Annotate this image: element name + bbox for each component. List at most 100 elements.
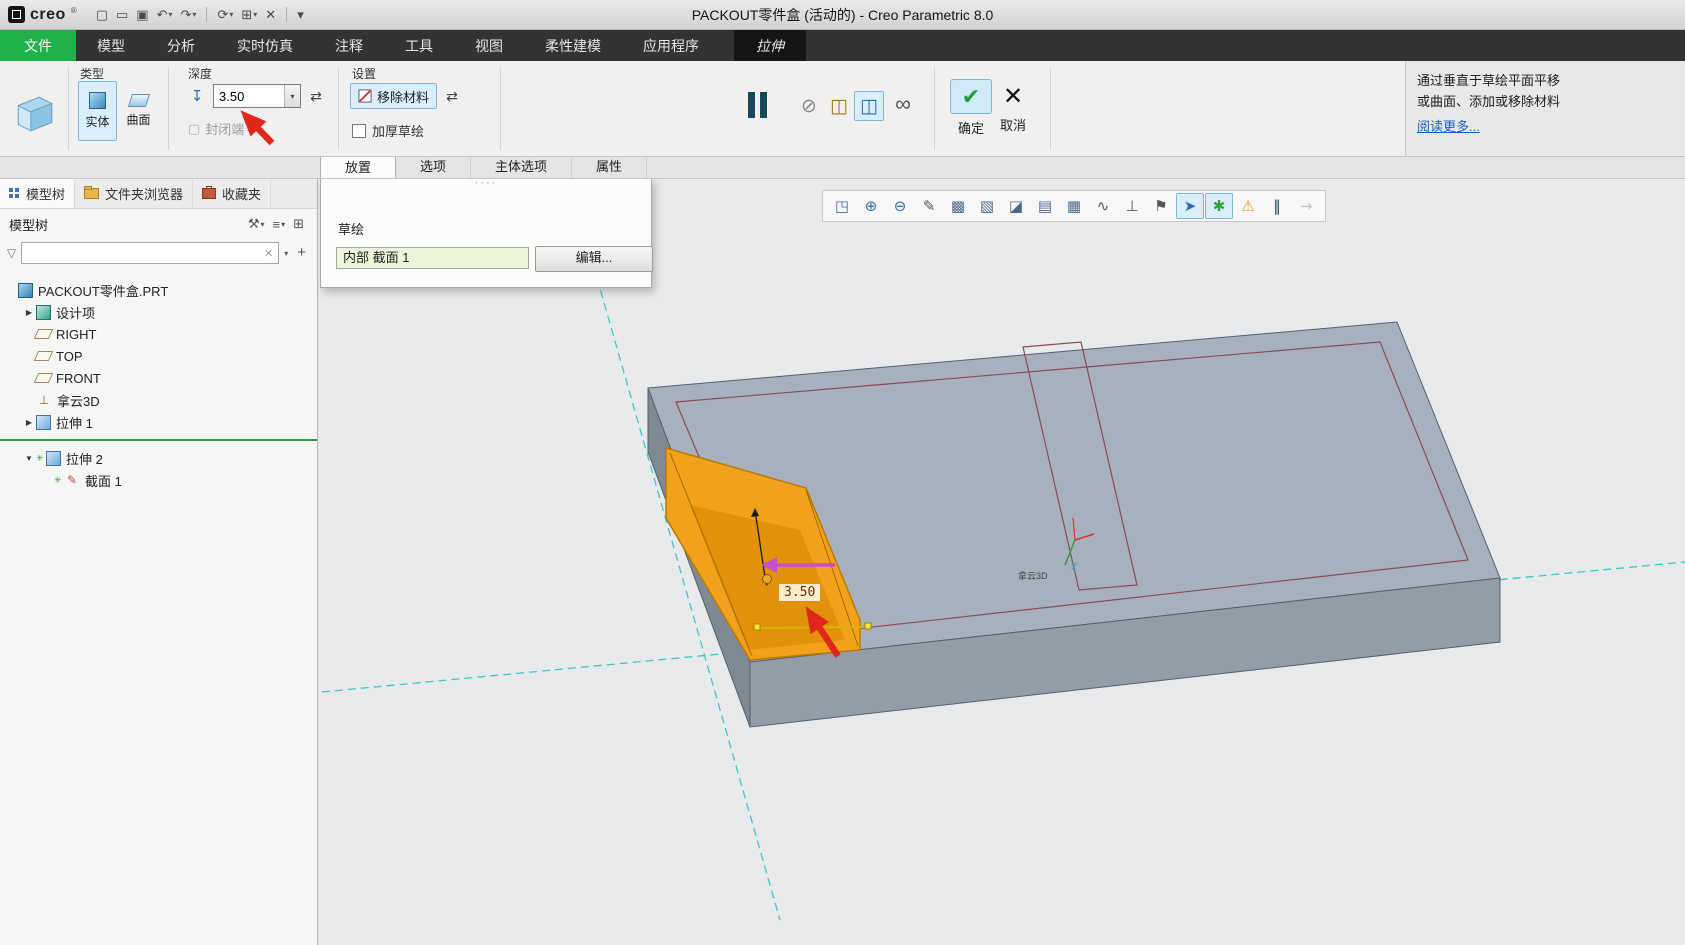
ribbon-tab-live-simulation[interactable]: 实时仿真 <box>216 30 314 61</box>
closed-end-option: ▢ 封闭端 <box>188 119 244 138</box>
undo-button[interactable]: ↶▾ <box>154 5 176 25</box>
view-manager-icon[interactable]: ▦ <box>1060 193 1088 219</box>
edit-sketch-button[interactable]: 编辑... <box>535 246 653 272</box>
save-button[interactable]: ▣ <box>133 5 151 25</box>
flip-depth-direction-button[interactable]: ⇄ <box>304 84 328 108</box>
modified-marker: ✳ <box>54 475 64 486</box>
panel-drag-handle[interactable]: ···· <box>321 179 651 192</box>
ribbon-tab-extrude[interactable]: 拉伸 <box>734 30 806 61</box>
attached-preview-icon: ◫ <box>860 95 878 118</box>
ribbon-tab-view[interactable]: 视图 <box>454 30 524 61</box>
sketch-display-icon[interactable]: ∿ <box>1089 193 1117 219</box>
tree-columns-button[interactable]: ⊞ <box>289 214 308 234</box>
ribbon-tab-applications[interactable]: 应用程序 <box>622 30 720 61</box>
regenerate-button[interactable]: ⟳▾ <box>214 5 236 25</box>
section-icon[interactable]: ◪ <box>1002 193 1030 219</box>
subtab-placement[interactable]: 放置 <box>320 156 396 178</box>
ribbon-tab-model[interactable]: 模型 <box>76 30 146 61</box>
redo-button[interactable]: ↷▾ <box>178 5 200 25</box>
dashboard-subtab-bar: 放置选项主体选项属性 <box>0 156 1685 179</box>
navigator-tab-folder-browser[interactable]: 文件夹浏览器 <box>75 178 193 208</box>
dragger-icon[interactable]: ✱ <box>1205 193 1233 219</box>
tree-item[interactable]: ▼✳拉伸 2 <box>0 447 317 469</box>
sketch-reference-field[interactable]: 内部 截面 1 <box>336 247 529 269</box>
depth-input[interactable] <box>214 89 284 104</box>
toolbar-separator <box>286 7 287 22</box>
subtab-options[interactable]: 选项 <box>396 156 471 178</box>
display-style-icon[interactable]: ▧ <box>973 193 1001 219</box>
tree-item[interactable]: ▶拉伸 1 <box>0 411 317 433</box>
navigator: 模型树文件夹浏览器收藏夹 模型树 ⚒▾≡▾⊞ ▽ ✕ ▾ + PACKOUT零件… <box>0 178 318 945</box>
search-input[interactable] <box>22 246 259 260</box>
refit-icon[interactable]: ◳ <box>828 193 856 219</box>
creo-window: Z 拿云3D ◳⊕⊖✎▩▧◪▤▦∿⊥⚑➤✱⚠‖→ 3.50 dooooit@do… <box>0 0 1685 945</box>
extrude-dashboard: 类型 实体 曲面 深度 ↧ ▾ ⇄ <box>0 61 1685 157</box>
repaint-icon[interactable]: ✎ <box>915 193 943 219</box>
warning-icon[interactable]: ⚠ <box>1234 193 1262 219</box>
thicken-checkbox[interactable] <box>352 124 366 138</box>
datum-plane-icon <box>34 329 53 339</box>
tree-item[interactable]: PACKOUT零件盒.PRT <box>0 279 317 301</box>
depth-dropdown-caret[interactable]: ▾ <box>284 85 300 107</box>
customize-toolbar-button[interactable]: ▾ <box>294 5 307 25</box>
remove-material-button[interactable]: 移除材料 <box>350 83 437 109</box>
close-window-icon: ✕ <box>265 7 276 23</box>
tree-item[interactable]: FRONT <box>0 367 317 389</box>
surface-type-button[interactable]: 曲面 <box>119 81 158 141</box>
ribbon-tab-tools[interactable]: 工具 <box>384 30 454 61</box>
zoom-in-icon[interactable]: ⊕ <box>857 193 885 219</box>
tree-view-button[interactable]: ≡▾ <box>268 214 289 234</box>
subtab-properties[interactable]: 属性 <box>572 156 647 178</box>
ribbon-tab-annotate[interactable]: 注释 <box>314 30 384 61</box>
tree-item[interactable]: ✳截面 1 <box>0 469 317 491</box>
close-window-button[interactable]: ✕ <box>262 5 279 25</box>
ribbon-tab-file[interactable]: 文件 <box>0 30 76 61</box>
subtab-body-options[interactable]: 主体选项 <box>471 156 572 178</box>
tree-item[interactable]: ▶设计项 <box>0 301 317 323</box>
tree-filter-button[interactable]: ⚒▾ <box>244 214 269 234</box>
drag-handle[interactable] <box>763 575 772 584</box>
redo-icon: ↷ <box>181 7 192 23</box>
datum-display-icon[interactable]: ⊥ <box>1118 193 1146 219</box>
window-button[interactable]: ⊞▾ <box>238 5 260 25</box>
tree-item[interactable]: TOP <box>0 345 317 367</box>
ribbon-tab-analysis[interactable]: 分析 <box>146 30 216 61</box>
confirm-button[interactable]: ✔ 确定 <box>950 79 992 137</box>
search-options-caret[interactable]: ▾ <box>284 249 288 258</box>
annotation-display-icon[interactable]: ⚑ <box>1147 193 1175 219</box>
select-mode-icon[interactable]: ➤ <box>1176 193 1204 219</box>
solid-type-button[interactable]: 实体 <box>78 81 117 141</box>
ribbon-tab-flexible-modeling[interactable]: 柔性建模 <box>524 30 622 61</box>
feature-preview-toggle[interactable]: ◫ <box>824 91 854 121</box>
tree-item[interactable]: RIGHT <box>0 323 317 345</box>
attached-preview-toggle[interactable]: ◫ <box>854 91 884 121</box>
cancel-button[interactable]: ✕ 取消 <box>1000 81 1026 134</box>
pause-button[interactable] <box>748 92 767 118</box>
expand-arrow[interactable]: ▶ <box>22 308 36 317</box>
zoom-out-icon[interactable]: ⊖ <box>886 193 914 219</box>
expand-arrow[interactable]: ▼ <box>22 454 36 463</box>
help-text-line1: 通过垂直于草绘平面平移 <box>1417 70 1674 91</box>
read-more-link[interactable]: 阅读更多... <box>1417 116 1480 137</box>
expand-arrow[interactable]: ▶ <box>22 418 36 427</box>
thicken-sketch-option[interactable]: 加厚草绘 <box>352 121 424 140</box>
flip-material-side-button[interactable]: ⇄ <box>440 84 464 108</box>
graphics-area[interactable]: Z 拿云3D ◳⊕⊖✎▩▧◪▤▦∿⊥⚑➤✱⚠‖→ 3.50 dooooit@do… <box>318 178 1685 945</box>
pause-icon[interactable]: ‖ <box>1263 193 1291 219</box>
saved-views-icon[interactable]: ▤ <box>1031 193 1059 219</box>
tree-view-icon: ≡ <box>272 217 280 232</box>
verify-toggle[interactable]: ∞ <box>888 89 918 119</box>
new-file-button[interactable]: ▢ <box>93 5 111 25</box>
depth-dimension-value[interactable]: 3.50 <box>779 584 820 601</box>
clear-search-icon[interactable]: ✕ <box>259 247 278 260</box>
depth-type-button[interactable]: ↧ <box>184 83 210 109</box>
customize-toolbar-icon: ▾ <box>297 7 304 23</box>
remove-material-icon <box>358 89 372 103</box>
navigator-tab-model-tree[interactable]: 模型树 <box>0 178 75 208</box>
shading-icon[interactable]: ▩ <box>944 193 972 219</box>
open-file-button[interactable]: ▭ <box>113 5 131 25</box>
add-filter-button[interactable]: + <box>293 244 310 263</box>
navigator-tab-favorites[interactable]: 收藏夹 <box>193 178 271 208</box>
tree-item[interactable]: 拿云3D <box>0 389 317 411</box>
no-preview-toggle[interactable]: ⊘ <box>794 91 824 121</box>
